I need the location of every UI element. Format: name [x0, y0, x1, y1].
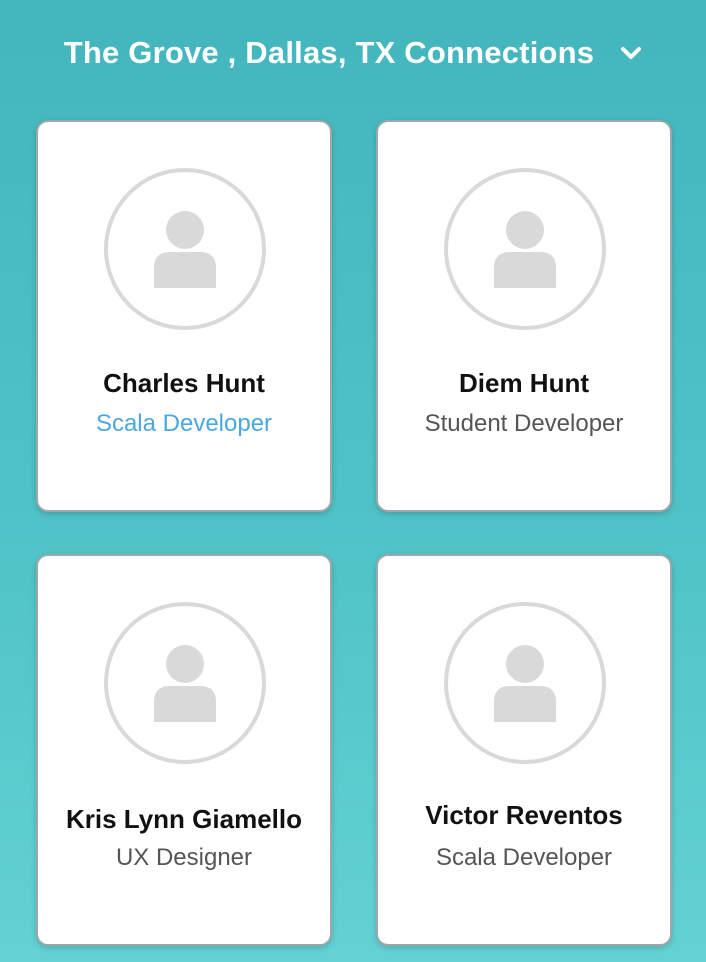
avatar [104, 602, 266, 764]
user-placeholder-icon [494, 645, 556, 722]
user-placeholder-icon [154, 211, 216, 288]
avatar [444, 602, 606, 764]
connection-name: Diem Hunt [459, 368, 589, 398]
page-title: The Grove , Dallas, TX Connections [63, 35, 595, 70]
connection-role: Student Developer [424, 410, 624, 437]
connection-role-link[interactable]: Scala Developer [38, 410, 330, 438]
connection-card[interactable]: Victor Reventos Scala Developer [376, 554, 672, 946]
connection-role: UX Designer [115, 844, 253, 871]
chevron-down-icon[interactable] [620, 42, 642, 64]
avatar [104, 168, 266, 330]
user-placeholder-icon [154, 645, 216, 722]
connection-card[interactable]: Kris Lynn Giamello UX Designer [36, 554, 332, 946]
avatar [444, 168, 606, 330]
connection-card[interactable]: Diem Hunt Student Developer [376, 120, 672, 512]
connection-card[interactable]: Charles Hunt Scala Developer [36, 120, 332, 512]
connections-location-selector[interactable]: The Grove , Dallas, TX Connections [0, 26, 706, 80]
user-placeholder-icon [494, 211, 556, 288]
connection-name: Charles Hunt [103, 368, 265, 398]
connection-role: Scala Developer [435, 844, 613, 871]
connection-name: Victor Reventos [425, 800, 623, 830]
connection-name: Kris Lynn Giamello [66, 804, 302, 834]
